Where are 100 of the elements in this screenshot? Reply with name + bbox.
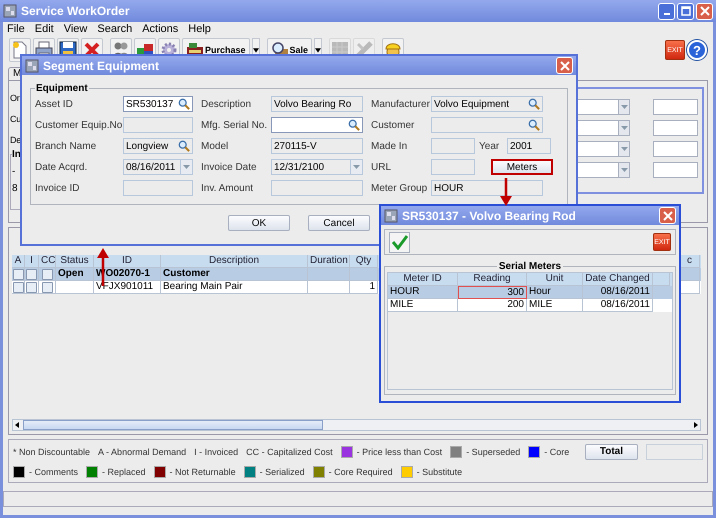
table-cell: MILE [527, 299, 583, 312]
meters-button[interactable]: Meters [491, 159, 553, 175]
text-field[interactable]: Volvo Bearing Ro [271, 96, 363, 112]
text-field[interactable] [431, 138, 475, 154]
field-label: URL [371, 162, 392, 172]
legend-text: - Price less than Cost [356, 446, 442, 456]
total-field[interactable] [646, 444, 703, 460]
dialog-button[interactable]: Cancel [308, 215, 370, 231]
field-label: Or [10, 93, 20, 105]
text-field[interactable] [271, 180, 363, 196]
field-label: Meter Group [371, 182, 428, 194]
text-field[interactable]: 2001 [507, 138, 551, 154]
table-cell: Bearing Main Pair [161, 281, 308, 294]
caret-icon [620, 147, 628, 151]
caret-icon [620, 126, 628, 130]
table-cell: MILE [388, 299, 458, 312]
table-cell [308, 281, 350, 294]
checkbox[interactable] [42, 282, 52, 292]
total-button[interactable]: Total [585, 444, 638, 460]
caret-icon [620, 168, 628, 172]
close-icon [662, 210, 672, 220]
save-button[interactable] [389, 232, 410, 252]
checkmark-icon [392, 234, 408, 250]
checkbox[interactable] [26, 268, 37, 280]
search-icon[interactable] [178, 140, 190, 152]
text-field[interactable]: Volvo Equipment [431, 96, 543, 112]
legend-text: I - Invoiced [194, 446, 238, 456]
field-label: Customer [371, 120, 416, 130]
maximize-button[interactable] [677, 2, 694, 20]
date-field[interactable]: 12/31/2100 [271, 159, 363, 175]
menu-item[interactable]: Search [97, 23, 132, 35]
text-field[interactable] [653, 120, 698, 136]
menu-item[interactable]: View [64, 23, 88, 35]
checkbox[interactable] [12, 282, 24, 292]
legend-text: * Non Discountable [13, 446, 90, 456]
help-button[interactable]: ? [687, 40, 707, 60]
group-title: Serial Meters [498, 261, 562, 272]
close-button[interactable] [659, 207, 676, 224]
menu-item[interactable]: Actions [142, 23, 178, 35]
legend-text: A - Abnormal Demand [98, 446, 186, 456]
text-field[interactable] [123, 117, 193, 133]
field-label: Mfg. Serial No. [201, 120, 268, 130]
text-field[interactable] [653, 162, 698, 178]
search-icon[interactable] [348, 119, 360, 131]
legend-text: CC - Capitalized Cost [246, 446, 333, 456]
search-icon[interactable] [528, 119, 540, 131]
caret-icon [353, 165, 360, 169]
group-text: - [12, 166, 16, 177]
close-icon [560, 60, 570, 70]
text-field[interactable]: 270115-V [271, 138, 363, 154]
text-field[interactable] [431, 159, 475, 175]
text-field[interactable] [653, 141, 698, 157]
app-icon [384, 208, 398, 222]
text-field[interactable]: Longview [123, 138, 193, 154]
menu-item[interactable]: Edit [34, 23, 54, 35]
close-button[interactable] [556, 57, 573, 74]
field-label: Date Acqrd. [35, 162, 88, 172]
field-label: Branch Name [35, 140, 98, 152]
group-title: Equipment [35, 83, 89, 94]
checkbox[interactable] [42, 268, 52, 280]
column-header[interactable]: Reading [458, 273, 527, 286]
text-field[interactable] [653, 99, 698, 115]
field-label: Customer Equip.No [35, 120, 123, 130]
dialog-title: Segment Equipment [43, 58, 160, 72]
field-label: Invoice Date [201, 162, 258, 172]
text-field[interactable] [431, 117, 543, 133]
text-field[interactable]: SR530137 [123, 96, 193, 112]
text-field[interactable]: HOUR [431, 180, 543, 196]
dialog-title: SR530137 - Volvo Bearing Rod [402, 208, 576, 222]
app-icon [25, 58, 39, 72]
checkbox[interactable] [12, 268, 24, 280]
search-icon[interactable] [528, 98, 540, 110]
legend-text: - Serialized [260, 466, 305, 476]
caret-icon [183, 165, 190, 169]
annotation-arrow [500, 178, 512, 206]
checkbox[interactable] [26, 282, 37, 292]
date-field[interactable]: 08/16/2011 [123, 159, 193, 175]
app-icon [3, 4, 17, 18]
field-label: Made In [371, 140, 408, 152]
close-icon [700, 6, 710, 16]
close-button[interactable] [696, 2, 713, 20]
text-field[interactable] [123, 180, 193, 196]
text-field[interactable] [271, 117, 363, 133]
group-text: 8 [12, 183, 18, 194]
minimize-button[interactable] [658, 2, 675, 20]
legend-text: - Replaced [102, 466, 146, 476]
search-icon[interactable] [178, 98, 190, 110]
horizontal-scrollbar[interactable] [12, 419, 701, 431]
field-label: Invoice ID [35, 182, 80, 194]
window-title: Service WorkOrder [21, 4, 130, 18]
table-cell[interactable]: 300 [458, 286, 527, 299]
table-cell: VFJX901011 [94, 281, 161, 294]
table-cell: 1 [350, 281, 378, 294]
legend-text: - Not Returnable [170, 466, 236, 476]
field-label: Inv. Amount [201, 182, 254, 194]
field-label: Description [201, 98, 252, 110]
menu-item[interactable]: File [7, 23, 25, 35]
dialog-button[interactable]: OK [228, 215, 290, 231]
menu-item[interactable]: Help [188, 23, 211, 35]
table-cell[interactable]: 200 [458, 299, 527, 312]
